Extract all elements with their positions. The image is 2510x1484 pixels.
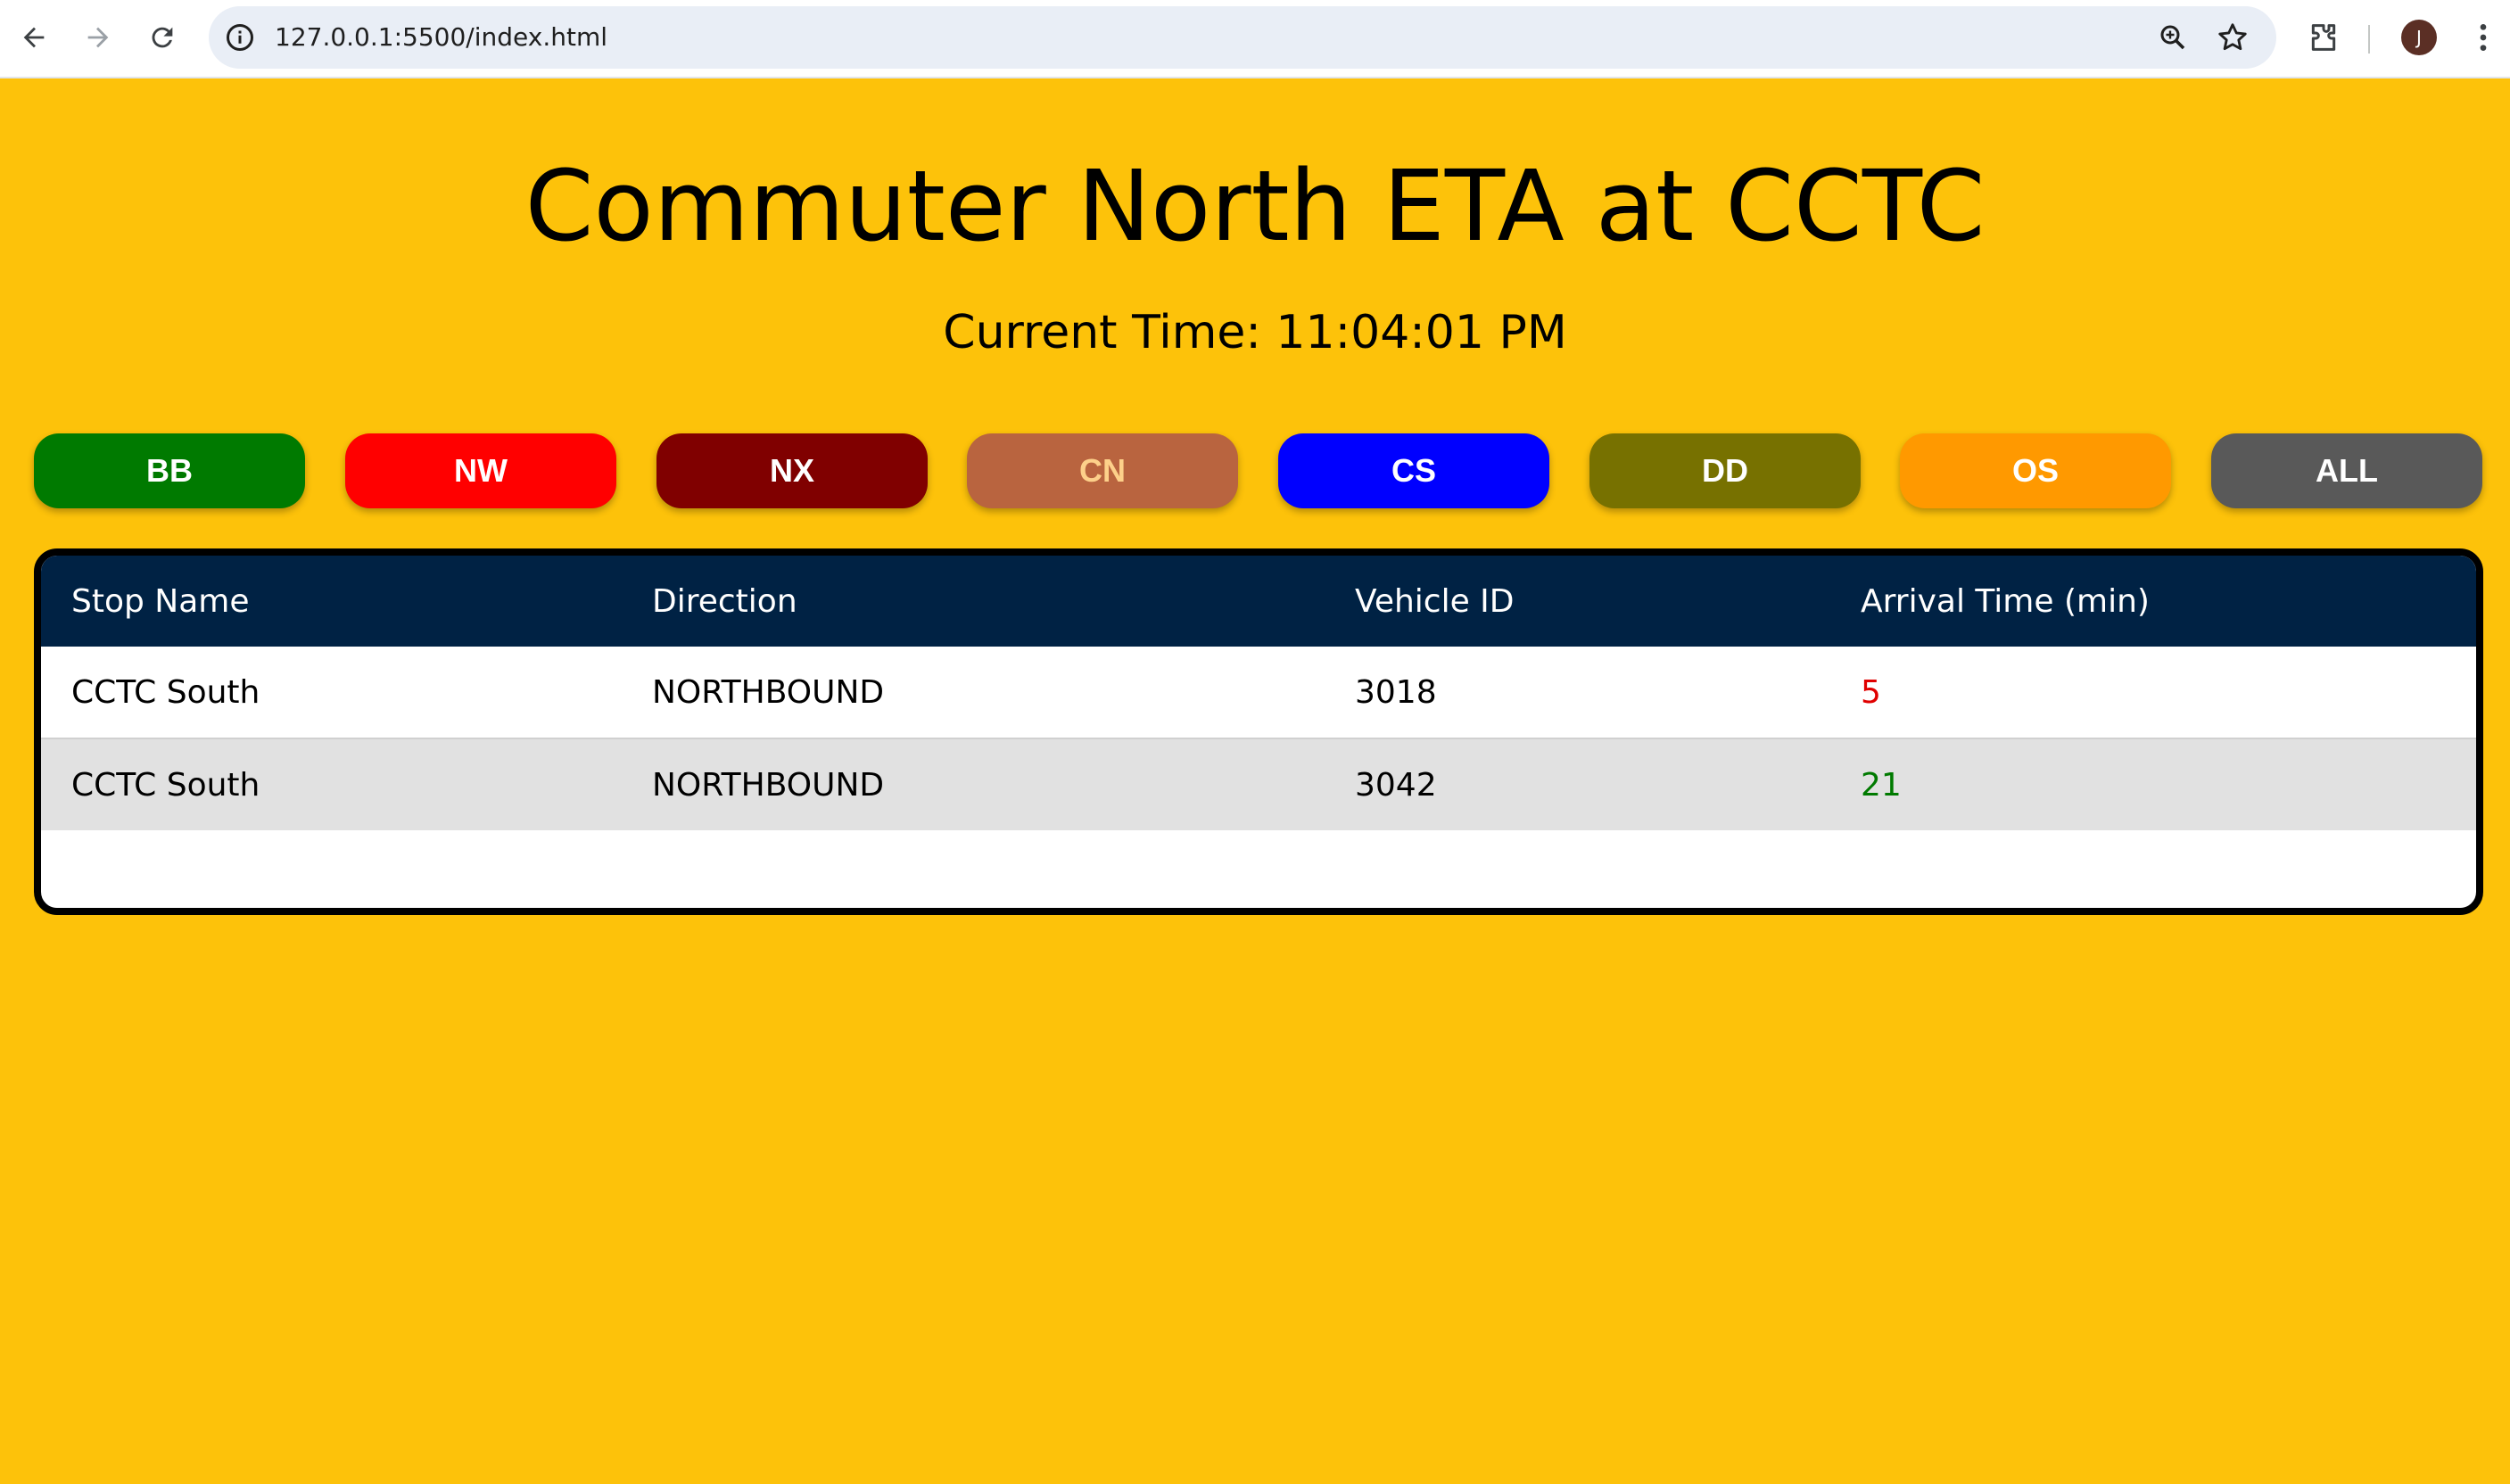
- browser-toolbar: 127.0.0.1:5500/index.html J: [0, 0, 2510, 78]
- zoom-icon[interactable]: [2157, 21, 2189, 54]
- current-time-value: 11:04:01 PM: [1276, 306, 1567, 359]
- page-title: Commuter North ETA at CCTC: [524, 149, 1986, 263]
- toolbar-divider: [2368, 25, 2370, 54]
- star-icon[interactable]: [2216, 21, 2250, 54]
- cell-arrival-time: 21: [1830, 738, 2476, 830]
- address-bar[interactable]: 127.0.0.1:5500/index.html: [209, 6, 2276, 69]
- header-vehicle-id: Vehicle ID: [1325, 556, 1830, 647]
- kebab-menu-icon[interactable]: [2465, 20, 2501, 55]
- cell-stop-name: CCTC South: [41, 647, 622, 739]
- forward-button[interactable]: [78, 18, 118, 57]
- route-button-dd[interactable]: DD: [1589, 433, 1861, 508]
- arrow-right-icon: [87, 27, 109, 48]
- route-button-bb[interactable]: BB: [34, 433, 305, 508]
- route-button-nx[interactable]: NX: [656, 433, 928, 508]
- cell-vehicle-id: 3018: [1325, 647, 1830, 739]
- puzzle-icon[interactable]: [2306, 20, 2341, 55]
- page-content: Commuter North ETA at CCTC Current Time:…: [0, 78, 2510, 1484]
- eta-table-container: Stop Name Direction Vehicle ID Arrival T…: [34, 548, 2483, 915]
- header-direction: Direction: [622, 556, 1325, 647]
- current-time-label: Current Time:: [943, 306, 1261, 359]
- reload-button[interactable]: [143, 18, 182, 57]
- route-button-nw[interactable]: NW: [345, 433, 616, 508]
- table-row: CCTC South NORTHBOUND 3042 21: [41, 738, 2476, 830]
- eta-table: Stop Name Direction Vehicle ID Arrival T…: [41, 556, 2476, 830]
- back-button[interactable]: [14, 18, 54, 57]
- reload-icon: [152, 27, 173, 48]
- route-button-all[interactable]: ALL: [2211, 433, 2482, 508]
- header-stop-name: Stop Name: [41, 556, 622, 647]
- header-arrival-time: Arrival Time (min): [1830, 556, 2476, 647]
- cell-direction: NORTHBOUND: [622, 647, 1325, 739]
- arrow-left-icon: [23, 27, 45, 48]
- route-button-cs[interactable]: CS: [1278, 433, 1549, 508]
- info-icon[interactable]: [224, 21, 256, 54]
- url-text[interactable]: 127.0.0.1:5500/index.html: [275, 6, 607, 69]
- table-header-row: Stop Name Direction Vehicle ID Arrival T…: [41, 556, 2476, 647]
- cell-arrival-time: 5: [1830, 647, 2476, 739]
- cell-stop-name: CCTC South: [41, 738, 622, 830]
- table-row: CCTC South NORTHBOUND 3018 5: [41, 647, 2476, 739]
- profile-avatar[interactable]: J: [2401, 20, 2437, 55]
- route-button-os[interactable]: OS: [1900, 433, 2171, 508]
- current-time: Current Time: 11:04:01 PM: [0, 301, 2510, 364]
- cell-vehicle-id: 3042: [1325, 738, 1830, 830]
- route-button-cn[interactable]: CN: [967, 433, 1238, 508]
- cell-direction: NORTHBOUND: [622, 738, 1325, 830]
